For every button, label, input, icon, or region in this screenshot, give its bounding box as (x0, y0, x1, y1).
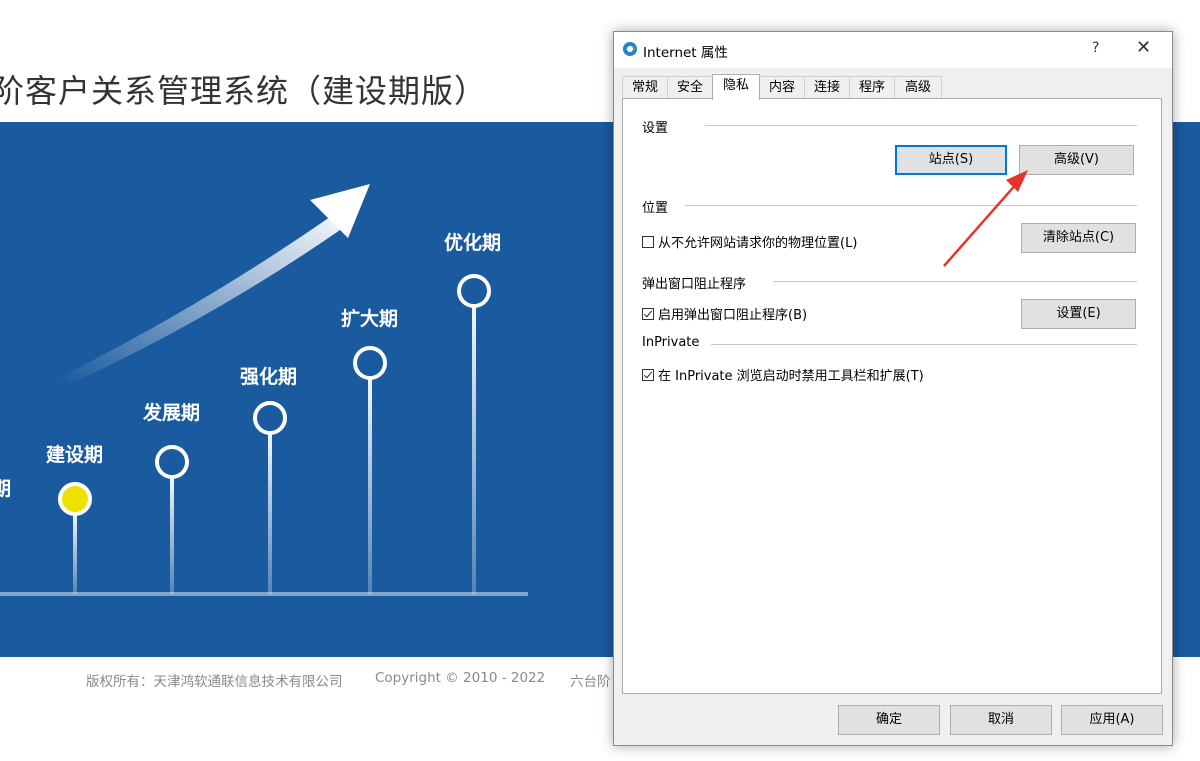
annotation-arrow-shaft (943, 181, 1019, 267)
tab-privacy[interactable]: 隐私 (712, 74, 760, 100)
annotation-arrow-overlay (943, 170, 1028, 267)
annotation-arrow-head (1006, 170, 1028, 192)
